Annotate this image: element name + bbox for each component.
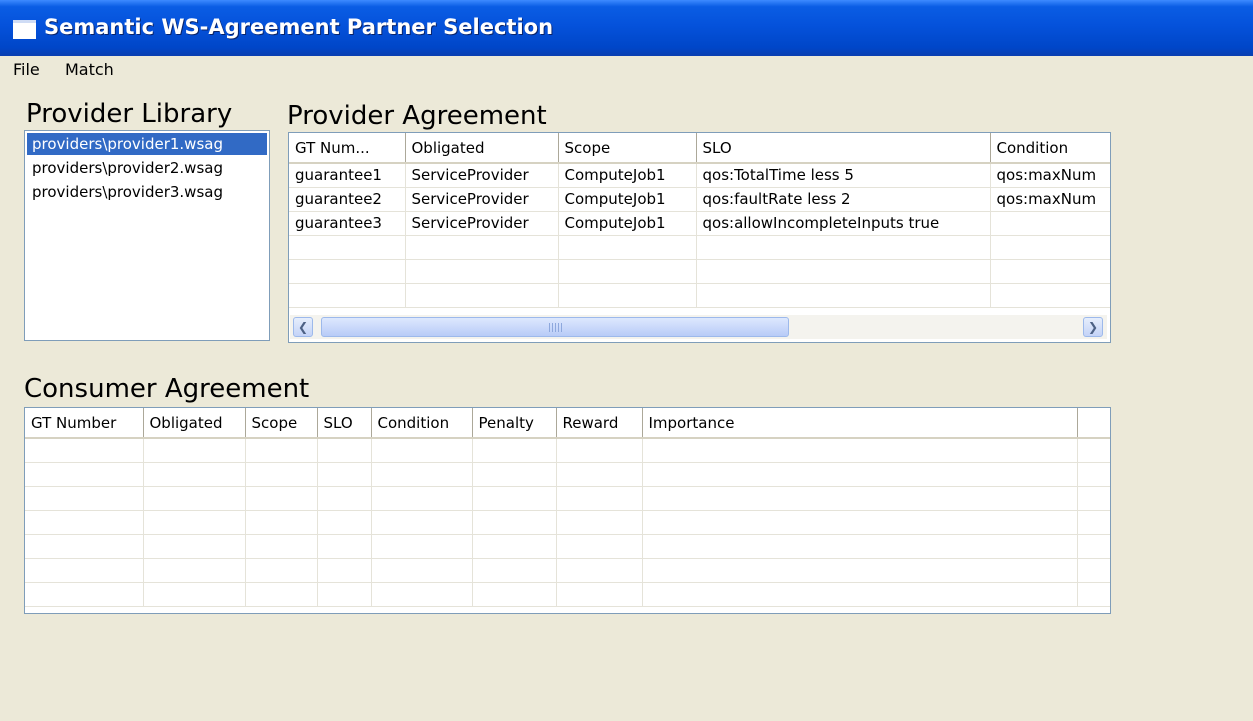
menu-match[interactable]: Match bbox=[65, 60, 114, 79]
title-bar[interactable]: Semantic WS-Agreement Partner Selection bbox=[0, 0, 1253, 56]
cell-gt-number: guarantee1 bbox=[289, 163, 406, 188]
empty-row bbox=[25, 582, 1110, 607]
grip-icon bbox=[549, 323, 563, 332]
cell-scope: ComputeJob1 bbox=[558, 163, 697, 188]
cell-obligated: ServiceProvider bbox=[405, 187, 559, 212]
cell-slo: qos:TotalTime less 5 bbox=[696, 163, 991, 188]
menu-file[interactable]: File bbox=[13, 60, 40, 79]
cell-obligated: ServiceProvider bbox=[405, 211, 559, 236]
column-header-obligated[interactable]: Obligated bbox=[405, 133, 559, 164]
provider-agreement-grid: GT Num... Obligated Scope SLO Condition … bbox=[289, 133, 1110, 308]
provider-agreement-table: GT Num... Obligated Scope SLO Condition … bbox=[288, 132, 1111, 343]
chevron-left-icon[interactable]: ❮ bbox=[293, 317, 313, 337]
empty-row bbox=[25, 486, 1110, 511]
column-header-filler bbox=[1077, 408, 1110, 439]
empty-row bbox=[289, 283, 1110, 308]
empty-row bbox=[289, 259, 1110, 284]
table-header-row: GT Number Obligated Scope SLO Condition … bbox=[25, 408, 1110, 439]
provider-agreement-title: Provider Agreement bbox=[287, 101, 547, 131]
menu-bar: File Match bbox=[0, 56, 1253, 84]
table-row[interactable]: guarantee2 ServiceProvider ComputeJob1 q… bbox=[289, 187, 1110, 212]
consumer-agreement-table: GT Number Obligated Scope SLO Condition … bbox=[24, 407, 1111, 614]
cell-condition bbox=[990, 211, 1110, 236]
column-header-penalty[interactable]: Penalty bbox=[472, 408, 557, 439]
column-header-gt-number[interactable]: GT Num... bbox=[289, 133, 406, 164]
column-header-condition[interactable]: Condition bbox=[990, 133, 1110, 164]
column-header-scope[interactable]: Scope bbox=[245, 408, 318, 439]
cell-slo: qos:allowIncompleteInputs true bbox=[696, 211, 991, 236]
cell-condition: qos:maxNum bbox=[990, 163, 1110, 188]
column-header-importance[interactable]: Importance bbox=[642, 408, 1078, 439]
list-item-provider2[interactable]: providers\provider2.wsag bbox=[27, 157, 267, 179]
empty-row bbox=[289, 235, 1110, 260]
window-title: Semantic WS-Agreement Partner Selection bbox=[44, 15, 554, 39]
cell-obligated: ServiceProvider bbox=[405, 163, 559, 188]
cell-slo: qos:faultRate less 2 bbox=[696, 187, 991, 212]
cell-gt-number: guarantee3 bbox=[289, 211, 406, 236]
table-row[interactable]: guarantee1 ServiceProvider ComputeJob1 q… bbox=[289, 163, 1110, 188]
provider-library-title: Provider Library bbox=[26, 99, 233, 129]
consumer-agreement-grid: GT Number Obligated Scope SLO Condition … bbox=[25, 408, 1110, 607]
chevron-right-icon[interactable]: ❯ bbox=[1083, 317, 1103, 337]
table-header-row: GT Num... Obligated Scope SLO Condition bbox=[289, 133, 1110, 164]
list-item-provider3[interactable]: providers\provider3.wsag bbox=[27, 181, 267, 203]
cell-scope: ComputeJob1 bbox=[558, 211, 697, 236]
list-item-provider1[interactable]: providers\provider1.wsag bbox=[27, 133, 267, 155]
table-row[interactable]: guarantee3 ServiceProvider ComputeJob1 q… bbox=[289, 211, 1110, 236]
column-header-slo[interactable]: SLO bbox=[696, 133, 991, 164]
consumer-agreement-title: Consumer Agreement bbox=[24, 374, 310, 404]
column-header-gt-number[interactable]: GT Number bbox=[25, 408, 144, 439]
column-header-condition[interactable]: Condition bbox=[371, 408, 473, 439]
empty-row bbox=[25, 534, 1110, 559]
window-icon bbox=[13, 20, 36, 39]
cell-condition: qos:maxNum bbox=[990, 187, 1110, 212]
horizontal-scrollbar[interactable]: ❮ ❯ bbox=[290, 315, 1107, 339]
column-header-slo[interactable]: SLO bbox=[317, 408, 372, 439]
cell-scope: ComputeJob1 bbox=[558, 187, 697, 212]
cell-gt-number: guarantee2 bbox=[289, 187, 406, 212]
column-header-obligated[interactable]: Obligated bbox=[143, 408, 246, 439]
column-header-reward[interactable]: Reward bbox=[556, 408, 643, 439]
provider-library-list[interactable]: providers\provider1.wsag providers\provi… bbox=[24, 130, 270, 341]
empty-row bbox=[25, 438, 1110, 463]
column-header-scope[interactable]: Scope bbox=[558, 133, 697, 164]
empty-row bbox=[25, 558, 1110, 583]
scrollbar-thumb[interactable] bbox=[321, 317, 789, 337]
empty-row bbox=[25, 462, 1110, 487]
empty-row bbox=[25, 510, 1110, 535]
